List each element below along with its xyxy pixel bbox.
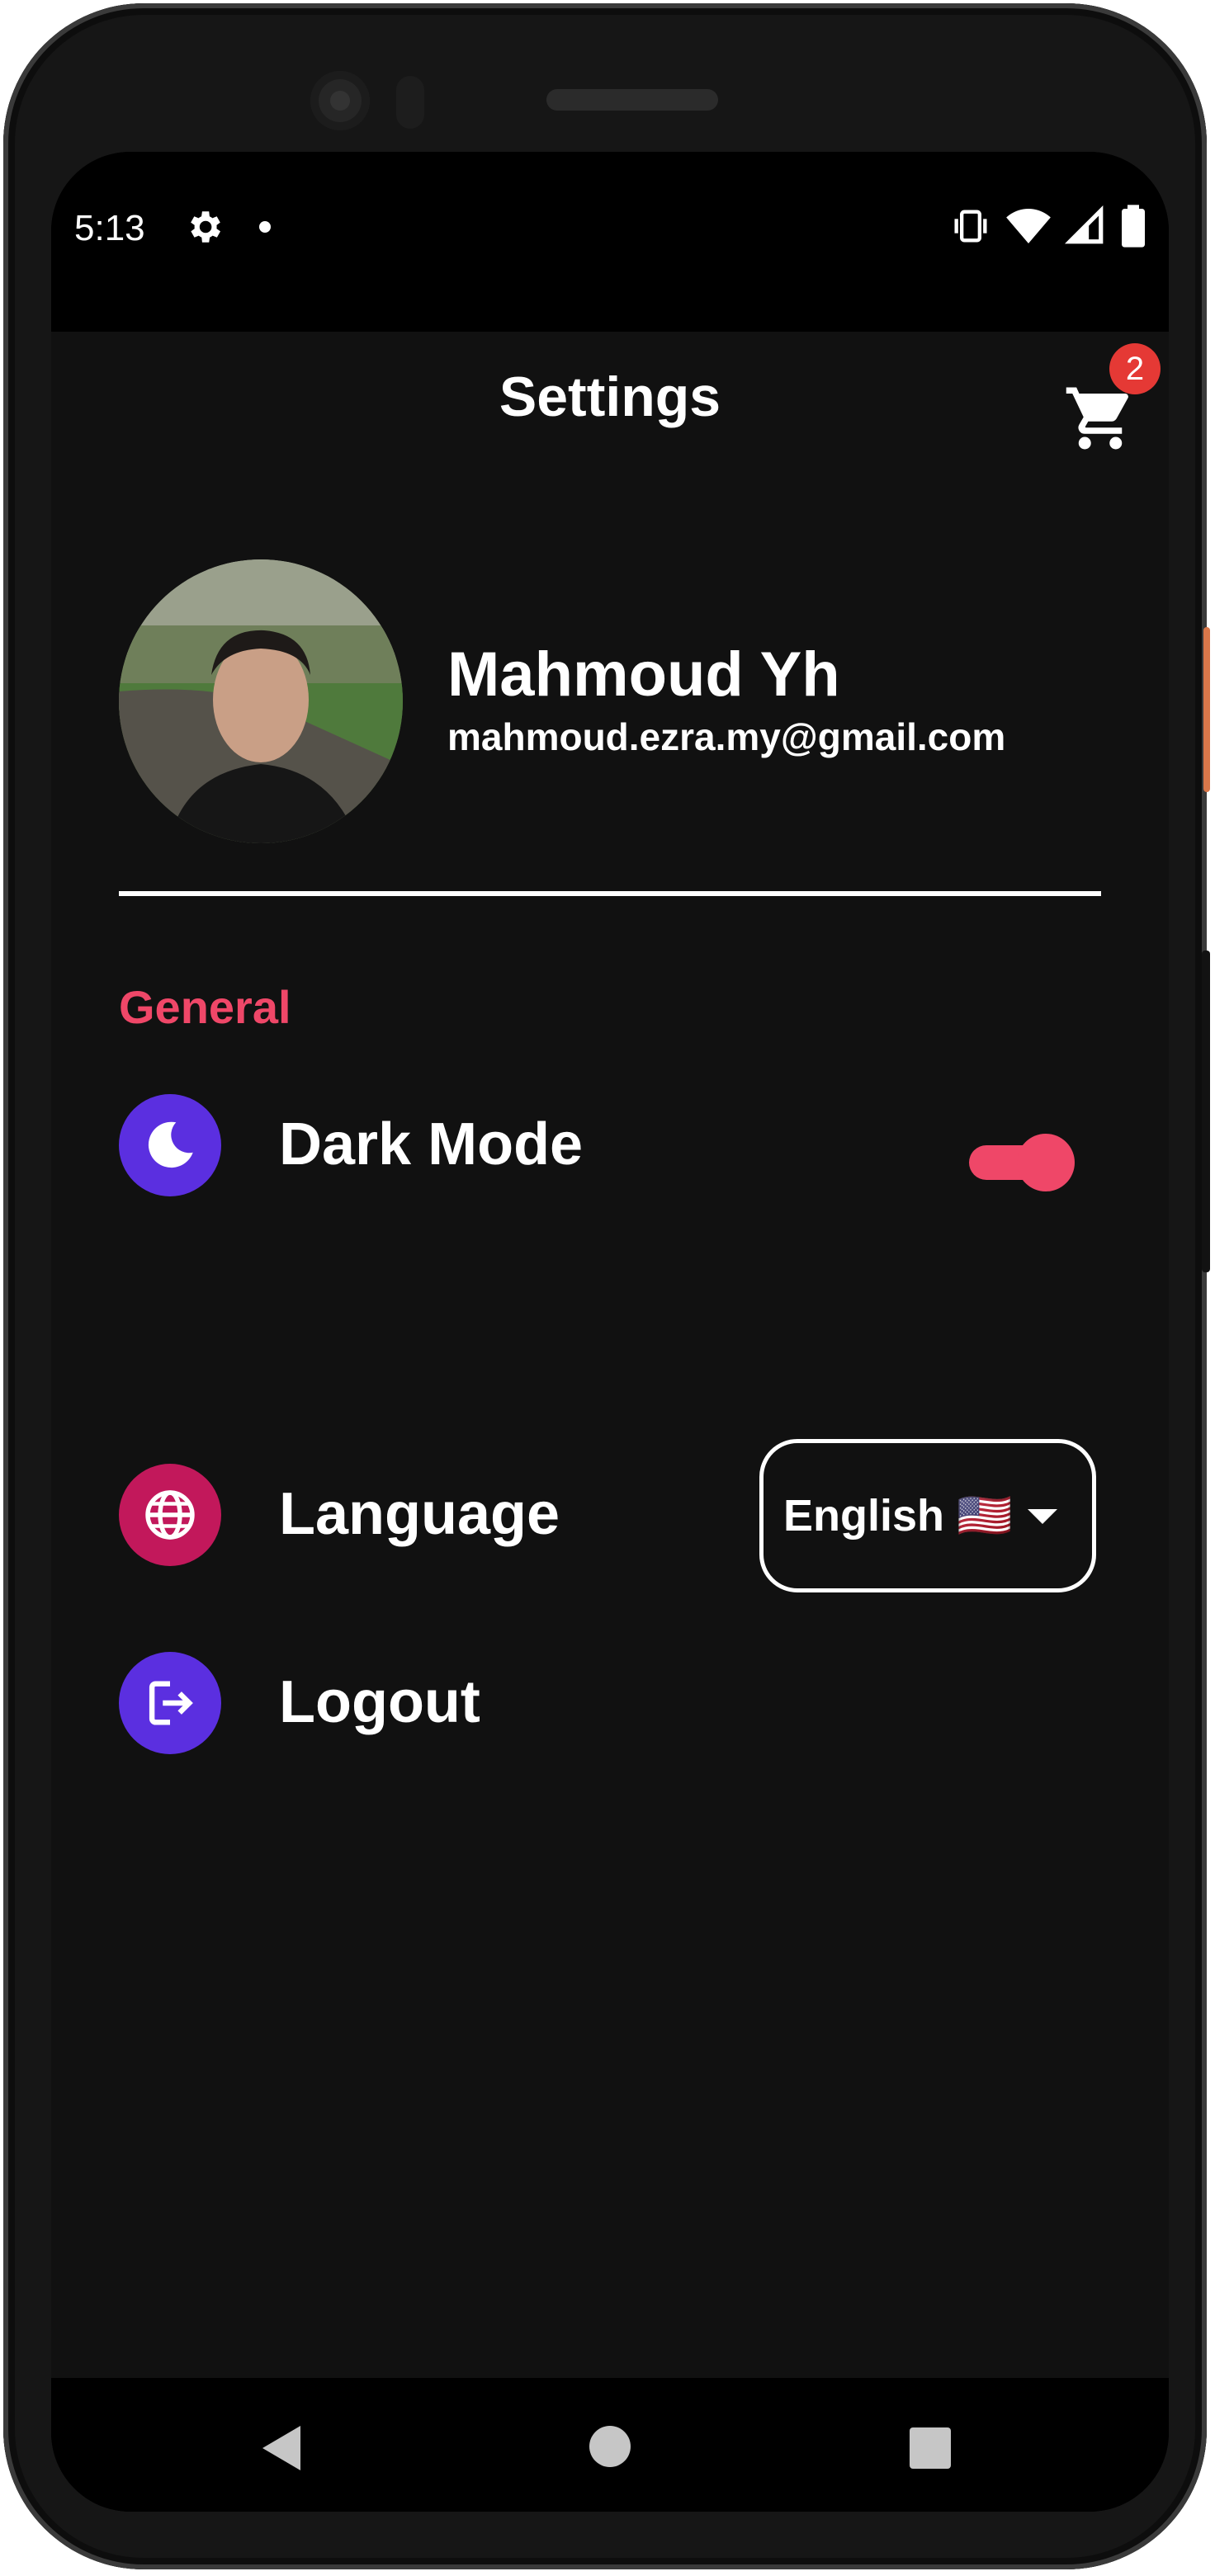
wifi-icon	[1006, 209, 1051, 243]
language-selected-value: English 🇺🇸	[783, 1490, 1013, 1540]
screen: 5:13 Settings 2 Mahmoud Yh mahmoud.ezra.…	[51, 152, 1169, 2512]
moon-icon	[119, 1094, 221, 1196]
toggle-thumb	[1017, 1134, 1075, 1191]
cart-badge: 2	[1109, 343, 1161, 394]
settings-page: Settings 2 Mahmoud Yh mahmoud.ezra.my@gm…	[51, 332, 1169, 2447]
logout-label[interactable]: Logout	[279, 1668, 480, 1736]
chevron-down-icon	[1028, 1509, 1057, 1524]
volume-button	[1202, 951, 1210, 1272]
notification-dot-icon	[259, 221, 271, 233]
page-title: Settings	[499, 366, 721, 428]
system-navigation-bar	[51, 2380, 1169, 2512]
language-dropdown[interactable]: English 🇺🇸	[759, 1439, 1096, 1592]
earpiece-speaker	[546, 89, 718, 111]
profile-divider	[119, 891, 1101, 896]
profile-email: mahmoud.ezra.my@gmail.com	[447, 715, 1006, 758]
globe-icon	[119, 1464, 221, 1566]
section-title-general: General	[119, 981, 291, 1033]
recents-icon[interactable]	[910, 2427, 951, 2469]
battery-icon	[1122, 205, 1145, 248]
dark-mode-toggle[interactable]	[967, 1134, 1075, 1191]
vibrate-icon	[954, 210, 987, 243]
phone-frame: 5:13 Settings 2 Mahmoud Yh mahmoud.ezra.…	[3, 3, 1210, 2569]
status-bar: 5:13	[51, 152, 1169, 332]
dark-mode-label: Dark Mode	[279, 1111, 584, 1177]
profile-name: Mahmoud Yh	[447, 639, 840, 710]
proximity-sensor	[396, 76, 424, 129]
power-button	[1203, 627, 1210, 792]
signal-icon	[1065, 205, 1104, 244]
home-button-icon[interactable]	[589, 2426, 631, 2467]
back-icon[interactable]	[262, 2426, 300, 2470]
avatar[interactable]	[119, 559, 403, 843]
language-label: Language	[279, 1481, 560, 1547]
avatar-photo	[119, 559, 403, 843]
front-camera	[310, 71, 370, 130]
status-icons	[949, 201, 1147, 251]
status-time: 5:13	[74, 208, 145, 248]
settings-notification-icon	[191, 211, 220, 243]
logout-icon	[119, 1652, 221, 1754]
